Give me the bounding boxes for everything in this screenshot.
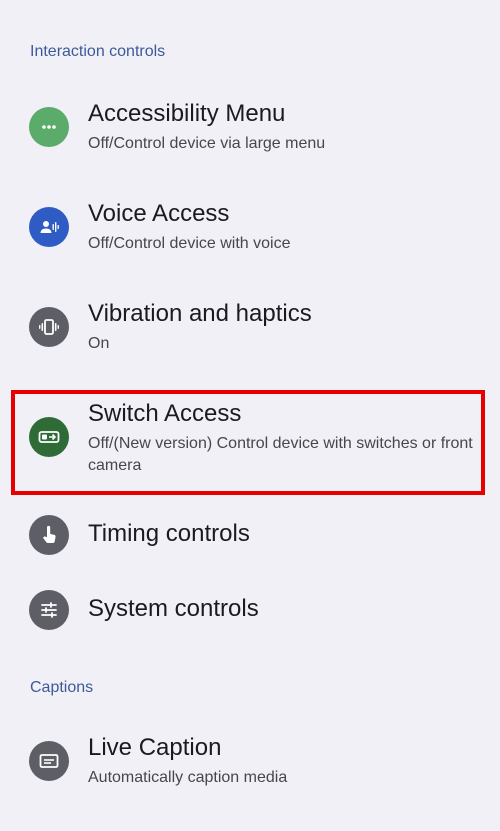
highlight-box [11, 390, 485, 495]
timing-controls-item[interactable]: Timing controls [0, 514, 500, 556]
vibration-icon [29, 307, 69, 347]
accessibility-menu-title: Accessibility Menu [88, 100, 286, 127]
touch-icon [29, 515, 69, 555]
live-caption-title: Live Caption [88, 734, 222, 761]
system-controls-item[interactable]: System controls [0, 589, 500, 631]
live-caption-item[interactable]: Live Caption Automatically caption media [0, 734, 500, 794]
vibration-haptics-title: Vibration and haptics [88, 300, 312, 327]
timing-controls-title: Timing controls [88, 520, 250, 547]
tune-icon [29, 590, 69, 630]
vibration-haptics-item[interactable]: Vibration and haptics On [0, 298, 500, 358]
voice-access-icon [29, 207, 69, 247]
voice-access-title: Voice Access [88, 200, 230, 227]
section-header-interaction-controls: Interaction controls [30, 43, 166, 60]
accessibility-menu-subtitle: Off/Control device via large menu [88, 135, 326, 152]
more-horiz-icon [29, 107, 69, 147]
voice-access-subtitle: Off/Control device with voice [88, 235, 291, 252]
voice-access-item[interactable]: Voice Access Off/Control device with voi… [0, 198, 500, 258]
closed-caption-icon [29, 741, 69, 781]
system-controls-title: System controls [88, 595, 259, 622]
live-caption-subtitle: Automatically caption media [88, 769, 288, 786]
accessibility-menu-item[interactable]: Accessibility Menu Off/Control device vi… [0, 98, 500, 158]
section-header-captions: Captions [30, 679, 94, 696]
vibration-haptics-subtitle: On [88, 335, 110, 352]
